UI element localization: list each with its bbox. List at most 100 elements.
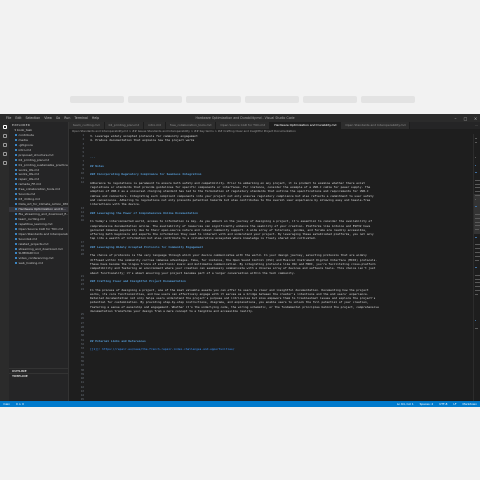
file-label: team_curtling.md [18,216,46,221]
minimap-line [475,206,477,208]
file-label: related_projects.md [18,241,49,246]
sidebar-bottom-sections: OUTLINE TIMELINE [9,368,69,378]
timeline-section[interactable]: TIMELINE [9,373,69,378]
file-label: file_streaming_and_download_fi... [18,211,69,216]
minimap-line [475,252,480,253]
file-label: SUMMARY.md [18,251,39,256]
menu-help[interactable]: Help [92,114,99,122]
background-tab [244,96,299,103]
editor-tab[interactable]: intro.md [144,122,166,129]
minimap-line [475,225,480,227]
editor-text-area[interactable]: 1 3. Leverage widely accepted protocols f… [69,134,473,401]
minimap-line [475,221,480,223]
minimap-line [475,191,480,192]
file-label: free_collaboration_tools.md [18,187,61,192]
menu-file[interactable]: File [6,114,11,122]
minimap-line [475,141,477,143]
markdown-file-icon [15,163,17,166]
minimap-line [475,274,480,276]
file-label: streaming_and_download.md [18,246,63,251]
more-actions-icon[interactable]: ⋯ [475,122,478,129]
markdown-file-icon [15,183,17,186]
file-label: 01_printing_sustainable_practices.md [18,162,69,167]
markdown-file-icon [15,222,17,225]
markdown-file-icon [15,188,17,191]
file-label: Open Standards and Interoperabi... [18,231,69,236]
markdown-file-icon [15,262,17,265]
extensions-icon[interactable] [0,158,9,167]
markdown-file-icon [15,237,17,240]
file-label: Sounds.md [18,192,36,197]
editor-tab[interactable]: Hardware Optimization and Durability.md [270,122,342,129]
minimap-line [475,157,476,158]
folder-icon [11,129,13,131]
search-icon[interactable] [0,131,9,140]
markdown-file-icon [15,148,17,151]
file-item[interactable]: web_hosting.md [9,261,68,266]
markdown-file-icon [15,257,17,260]
editor-tab[interactable]: team_curtling.md [69,122,105,129]
minimap-line [475,236,478,238]
close-icon[interactable]: × [473,116,478,121]
menu-run[interactable]: Run [64,114,70,122]
window-controls: – □ × [453,114,478,122]
minimap-line [475,198,476,200]
background-tab [302,96,357,103]
file-label: ▾ book_task [14,128,33,132]
file-label: works_life.md [18,172,40,177]
file-label: 04_printing_plan.md [18,157,50,162]
menu-selection[interactable]: Selection [26,114,41,122]
menu-go[interactable]: Go [56,114,60,122]
markdown-file-icon [15,143,17,146]
maximize-icon[interactable]: □ [463,116,468,121]
minimap-line [475,187,480,189]
markdown-file-icon [15,178,17,181]
file-label: 03_drilling.md [18,197,40,202]
menu-edit[interactable]: Edit [15,114,21,122]
markdown-file-icon [15,133,17,136]
background-tab [186,96,241,103]
activity-bar [0,122,9,401]
editor-tab[interactable]: free_collaboration_tools.md [165,122,217,129]
minimap-line [475,320,476,322]
minimap-line [475,172,477,173]
run-debug-icon[interactable] [0,149,9,158]
markdown-file-icon [15,232,17,235]
minimap-line [475,278,480,280]
editor-tab[interactable]: Open Source CAD for TOC.md [216,122,271,129]
vscode-window: File Edit Selection View Go Run Terminal Help H… [0,114,480,407]
minimap[interactable] [473,134,480,401]
minimize-icon[interactable]: – [453,116,458,121]
title-bar: File Edit Selection View Go Run Terminal Help H… [0,114,480,122]
file-label: remade_FE.md [18,182,41,187]
explorer-sidebar: EXPLORER ▾ book_task contribute media .giti… [9,122,69,401]
minimap-line [475,183,480,185]
file-label: Hardware Optimization and D... [18,207,66,211]
background-tab [360,96,416,103]
markdown-file-icon [15,153,17,156]
minimap-line [475,217,480,219]
minimap-line [475,286,480,287]
minimap-line [475,290,480,291]
markdown-file-icon [15,198,17,201]
menu-view[interactable]: View [44,114,52,122]
editor-tab-bar: team_curtling.md 04_printing_plan.md intro… [69,122,480,129]
file-label: intro.md [18,147,32,152]
minimap-line [475,248,480,249]
markdown-file-icon [15,173,17,176]
minimap-line [475,259,479,261]
menu-terminal[interactable]: Terminal [74,114,87,122]
editor-tab[interactable]: Open Standards and Interoperability.md [341,122,411,129]
file-label: Data_Art_for_Climate_Action_DMC... [18,202,69,207]
file-label: .gitignore [18,142,33,147]
markdown-file-icon [15,217,17,220]
file-label: Open Source CAD for TOC.md [18,226,64,231]
source-control-icon[interactable] [0,140,9,149]
markdown-file-icon [15,168,17,171]
minimap-line [475,244,480,246]
explorer-icon[interactable] [0,122,9,131]
editor-tab[interactable]: 04_printing_plan.md [104,122,145,129]
file-label: media [18,137,28,142]
browser-background-bottom [0,407,480,480]
markdown-file-icon [15,227,17,230]
